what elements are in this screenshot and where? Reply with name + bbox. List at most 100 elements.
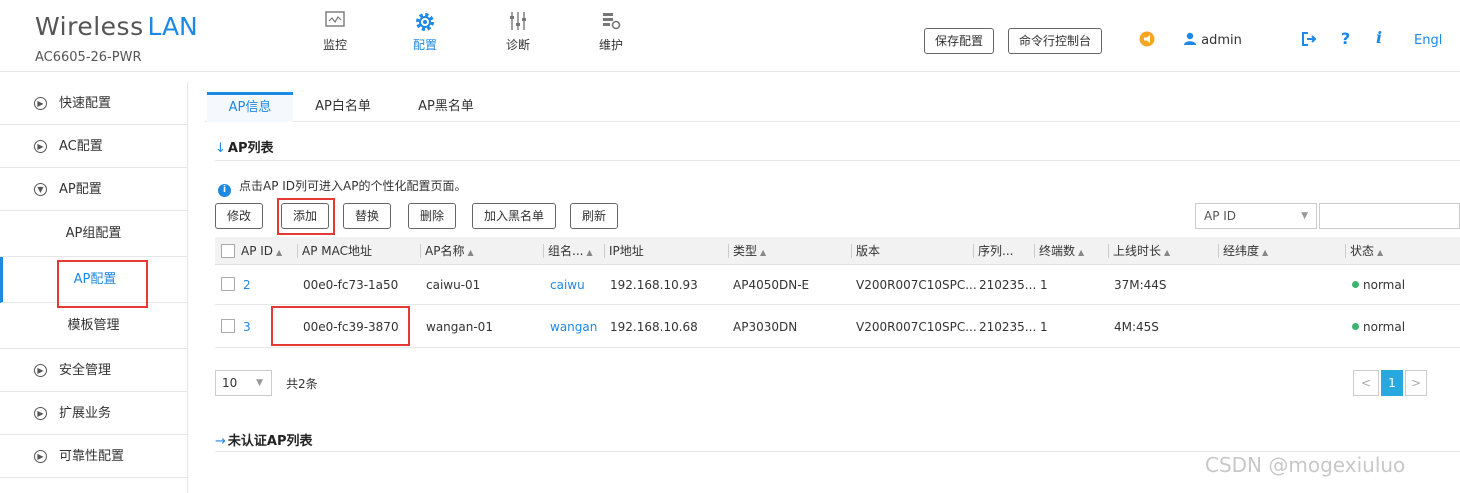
col-type[interactable]: 类型 ▲ — [728, 237, 766, 265]
delete-button[interactable]: 删除 — [408, 203, 457, 229]
language-switch[interactable]: Engl — [1414, 33, 1442, 48]
gear-icon — [395, 10, 455, 34]
col-clients[interactable]: 终端数 ▲ — [1034, 237, 1084, 265]
filter-field-value: AP ID — [1204, 209, 1237, 223]
sidebar-sub-template[interactable]: 模板管理 — [0, 303, 187, 349]
next-page-button[interactable]: > — [1405, 370, 1427, 396]
nav-monitor-label: 监控 — [322, 38, 347, 52]
chevron-down-icon: ▼ — [256, 378, 263, 388]
col-version[interactable]: 版本 — [851, 237, 880, 265]
select-all-checkbox[interactable] — [221, 244, 235, 258]
logout-icon[interactable] — [1301, 31, 1317, 51]
hint-label: 点击AP ID列可进入AP的个性化配置页面。 — [239, 179, 467, 193]
add-blacklist-button[interactable]: 加入黑名单 — [472, 203, 557, 229]
sidebar-item-ap-config[interactable]: ▼ AP配置 — [0, 168, 187, 211]
replace-button[interactable]: 替换 — [343, 203, 392, 229]
help-icon[interactable]: ? — [1341, 29, 1350, 48]
arrow-down-icon: ↓ — [215, 141, 226, 156]
chevron-right-icon: ▶ — [34, 140, 47, 153]
nav-diagnose[interactable]: 诊断 — [488, 10, 548, 53]
cell-status: normal — [1352, 306, 1405, 348]
col-ap-id[interactable]: AP ID ▲ — [241, 237, 282, 265]
cell-clients: 1 — [1040, 320, 1048, 334]
cell-ap-id[interactable]: 3 — [243, 306, 251, 348]
cell-status: normal — [1352, 265, 1405, 305]
username: admin — [1201, 33, 1242, 48]
sidebar-item-extension[interactable]: ▶ 扩展业务 — [0, 392, 187, 435]
section-ap-list-title: AP列表 — [227, 141, 274, 156]
col-uptime[interactable]: 上线时长 ▲ — [1108, 237, 1170, 265]
modify-button[interactable]: 修改 — [215, 203, 264, 229]
cell-group[interactable]: caiwu — [550, 265, 585, 305]
col-mac[interactable]: AP MAC地址 — [297, 237, 372, 265]
sidebar-item-reliability[interactable]: ▶ 可靠性配置 — [0, 435, 187, 478]
status-dot-icon — [1352, 281, 1359, 288]
cell-mac: 00e0-fc73-1a50 — [303, 278, 399, 292]
info-icon: i — [218, 184, 231, 197]
col-serial[interactable]: 序列... — [973, 237, 1013, 265]
nav-maintain[interactable]: 维护 — [581, 10, 641, 53]
info-icon[interactable]: i — [1376, 28, 1382, 47]
refresh-button[interactable]: 刷新 — [570, 203, 619, 229]
sort-icon: ▲ — [1377, 248, 1384, 257]
brand-logo: Wireless LAN AC6605-26-PWR — [35, 12, 198, 65]
cell-ip: 192.168.10.93 — [610, 278, 698, 292]
cell-clients: 1 — [1040, 278, 1048, 292]
filter-field-select[interactable]: AP ID ▼ — [1195, 203, 1317, 229]
tab-ap-whitelist[interactable]: AP白名单 — [305, 92, 381, 122]
sidebar-item-security[interactable]: ▶ 安全管理 — [0, 349, 187, 392]
col-name[interactable]: AP名称 ▲ — [420, 237, 474, 265]
sort-icon: ▲ — [586, 248, 593, 257]
nav-diagnose-label: 诊断 — [505, 38, 530, 52]
filter-input[interactable] — [1319, 203, 1460, 229]
sidebar-item-label: AP配置 — [59, 182, 102, 197]
col-status[interactable]: 状态 ▲ — [1345, 237, 1384, 265]
arrow-right-icon: → — [215, 434, 226, 449]
nav-config[interactable]: 配置 — [395, 10, 455, 53]
col-geo[interactable]: 经纬度 ▲ — [1218, 237, 1268, 265]
row-checkbox[interactable] — [221, 319, 235, 333]
cell-group[interactable]: wangan — [550, 306, 597, 348]
col-ip[interactable]: IP地址 — [604, 237, 644, 265]
section-unauth-ap-list[interactable]: → 未认证AP列表 — [215, 430, 313, 449]
cell-type: AP4050DN-E — [733, 278, 810, 292]
maintenance-icon — [581, 10, 641, 34]
cell-ap-id[interactable]: 2 — [243, 265, 251, 305]
tab-ap-info[interactable]: AP信息 — [207, 92, 293, 122]
table-header: AP ID ▲ AP MAC地址 AP名称 ▲ 组名... ▲ IP地址 类型 ▲ 版本… — [215, 237, 1460, 265]
highlight-box — [57, 260, 148, 308]
monitor-icon — [305, 10, 365, 34]
tab-ap-blacklist[interactable]: AP黑名单 — [408, 92, 484, 122]
col-group[interactable]: 组名... ▲ — [543, 237, 593, 265]
sidebar-item-ac-config[interactable]: ▶ AC配置 — [0, 125, 187, 168]
alarm-icon[interactable] — [1139, 31, 1155, 51]
user-menu[interactable]: admin — [1183, 32, 1242, 48]
page-1-button[interactable]: 1 — [1381, 370, 1403, 396]
chevron-down-icon: ▼ — [1301, 211, 1308, 221]
prev-page-button[interactable]: < — [1353, 370, 1379, 396]
save-config-button[interactable]: 保存配置 — [924, 28, 995, 54]
cell-name: caiwu-01 — [426, 278, 481, 292]
highlight-box — [277, 198, 335, 235]
section-ap-list[interactable]: ↓ AP列表 — [215, 137, 274, 156]
sidebar-item-label: AC配置 — [59, 139, 103, 154]
cell-serial: 210235... — [979, 320, 1037, 334]
chevron-right-icon: ▶ — [34, 97, 47, 110]
divider — [215, 451, 1460, 452]
sidebar-sub-ap-group[interactable]: AP组配置 — [0, 211, 187, 257]
cell-type: AP3030DN — [733, 320, 798, 334]
table-row[interactable]: 2 00e0-fc73-1a50 caiwu-01 caiwu 192.168.… — [215, 265, 1460, 305]
nav-monitor[interactable]: 监控 — [305, 10, 365, 53]
chevron-right-icon: ▶ — [34, 407, 47, 420]
divider — [215, 160, 1460, 161]
cli-console-button[interactable]: 命令行控制台 — [1008, 28, 1103, 54]
sidebar-item-label: 快速配置 — [59, 96, 112, 111]
cell-uptime: 4M:45S — [1114, 320, 1159, 334]
row-checkbox[interactable] — [221, 277, 235, 291]
cell-uptime: 37M:44S — [1114, 278, 1167, 292]
nav-maintain-label: 维护 — [598, 38, 623, 52]
main-content: AP信息 AP白名单 AP黑名单 ↓ AP列表 i 点击AP ID列可进入AP的个性… — [205, 82, 1460, 493]
page-size-select[interactable]: 10 ▼ — [215, 370, 272, 396]
brand-word-wireless: Wireless — [35, 12, 144, 41]
sidebar-item-quick-config[interactable]: ▶ 快速配置 — [0, 82, 187, 125]
